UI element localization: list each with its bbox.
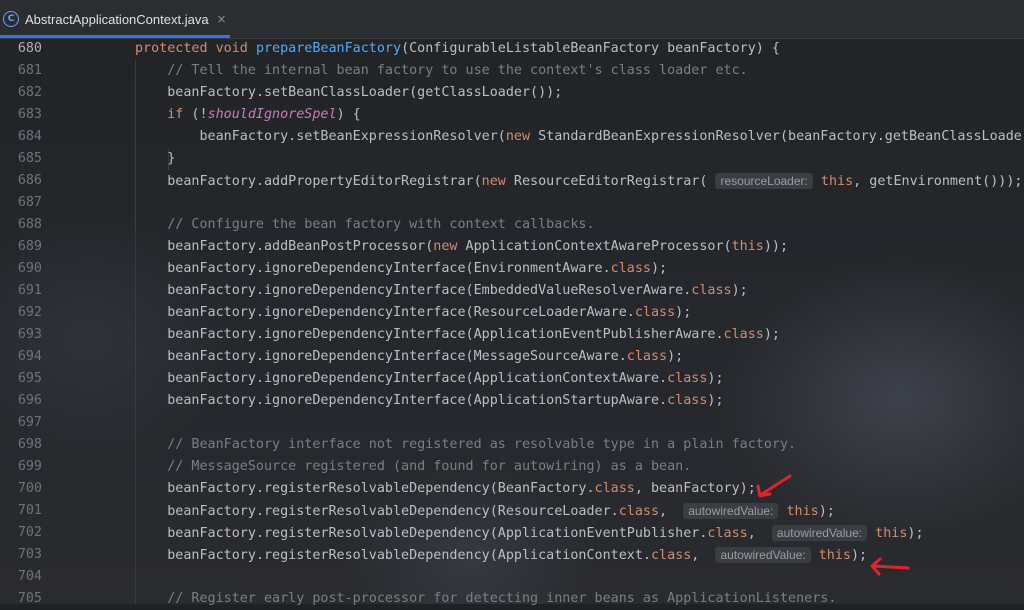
code-text: beanFactory.ignoreDependencyInterface(Re… <box>135 305 692 320</box>
code-line[interactable]: 695 beanFactory.ignoreDependencyInterfac… <box>0 368 1024 390</box>
code-text: beanFactory.ignoreDependencyInterface(En… <box>135 261 668 276</box>
code-line[interactable]: 697 <box>0 412 1024 434</box>
code-line[interactable]: 700 beanFactory.registerResolvableDepend… <box>0 478 1024 500</box>
code-line[interactable]: 696 beanFactory.ignoreDependencyInterfac… <box>0 390 1024 412</box>
editor-tab-bar: C AbstractApplicationContext.java × <box>0 0 1024 39</box>
code-text: beanFactory.ignoreDependencyInterface(Ap… <box>135 393 724 408</box>
code-line[interactable]: 691 beanFactory.ignoreDependencyInterfac… <box>0 280 1024 302</box>
line-number: 688 <box>17 217 42 232</box>
code-line[interactable]: 683 if (!shouldIgnoreSpel) { <box>0 104 1024 126</box>
line-number: 702 <box>17 525 42 540</box>
line-number: 703 <box>17 547 42 562</box>
line-number: 680 <box>17 41 42 56</box>
line-number: 689 <box>17 239 42 254</box>
code-text: beanFactory.registerResolvableDependency… <box>135 547 868 563</box>
annotation-arrow-icon <box>870 557 910 576</box>
code-editor[interactable]: 680 protected void prepareBeanFactory(Con… <box>0 38 1024 610</box>
code-text: beanFactory.addBeanPostProcessor(new App… <box>135 239 789 254</box>
code-text: beanFactory.addPropertyEditorRegistrar(n… <box>135 173 1023 189</box>
file-tab-title: AbstractApplicationContext.java <box>25 11 209 27</box>
code-line[interactable]: 693 beanFactory.ignoreDependencyInterfac… <box>0 324 1024 346</box>
code-line[interactable]: 705 // Register early post-processor for… <box>0 588 1024 610</box>
code-text: // BeanFactory interface not registered … <box>135 437 797 452</box>
close-icon[interactable]: × <box>217 12 227 26</box>
line-number: 686 <box>17 173 42 188</box>
code-text: protected void prepareBeanFactory(Config… <box>135 41 780 56</box>
code-text: beanFactory.ignoreDependencyInterface(Em… <box>135 283 748 298</box>
line-number: 685 <box>17 151 42 166</box>
code-text: // Configure the bean factory with conte… <box>135 217 595 232</box>
line-number: 687 <box>17 195 42 210</box>
code-line[interactable]: 690 beanFactory.ignoreDependencyInterfac… <box>0 258 1024 280</box>
code-line[interactable]: 684 beanFactory.setBeanExpressionResolve… <box>0 126 1024 148</box>
code-line[interactable]: 686 beanFactory.addPropertyEditorRegistr… <box>0 170 1024 192</box>
code-text: beanFactory.registerResolvableDependency… <box>135 481 756 496</box>
line-number: 682 <box>17 85 42 100</box>
code-line[interactable]: 702 beanFactory.registerResolvableDepend… <box>0 522 1024 544</box>
line-number: 691 <box>17 283 42 298</box>
line-number: 693 <box>17 327 42 342</box>
code-line[interactable]: 689 beanFactory.addBeanPostProcessor(new… <box>0 236 1024 258</box>
line-number: 696 <box>17 393 42 408</box>
code-line[interactable]: 682 beanFactory.setBeanClassLoader(getCl… <box>0 82 1024 104</box>
line-number: 694 <box>17 349 42 364</box>
code-line[interactable]: 687 <box>0 192 1024 214</box>
line-number: 701 <box>17 503 42 518</box>
code-line[interactable]: 699 // MessageSource registered (and fou… <box>0 456 1024 478</box>
line-number: 681 <box>17 63 42 78</box>
code-text: // MessageSource registered (and found f… <box>135 459 692 474</box>
code-line[interactable]: 681 // Tell the internal bean factory to… <box>0 60 1024 82</box>
code-line[interactable]: 698 // BeanFactory interface not registe… <box>0 434 1024 456</box>
code-text: // Tell the internal bean factory to use… <box>135 63 748 78</box>
code-text: beanFactory.registerResolvableDependency… <box>135 503 835 519</box>
annotation-arrow-icon <box>756 474 792 498</box>
code-text: beanFactory.ignoreDependencyInterface(Ap… <box>135 371 724 386</box>
line-number: 690 <box>17 261 42 276</box>
line-number: 699 <box>17 459 42 474</box>
line-number: 683 <box>17 107 42 122</box>
file-tab[interactable]: C AbstractApplicationContext.java × <box>0 0 230 38</box>
code-text: beanFactory.registerResolvableDependency… <box>135 525 924 541</box>
code-text: } <box>135 151 176 166</box>
code-text: beanFactory.setBeanClassLoader(getClassL… <box>135 85 563 100</box>
code-line[interactable]: 680 protected void prepareBeanFactory(Con… <box>0 38 1024 60</box>
code-line[interactable]: 701 beanFactory.registerResolvableDepend… <box>0 500 1024 522</box>
code-line[interactable]: 688 // Configure the bean factory with c… <box>0 214 1024 236</box>
code-text: // Register early post-processor for det… <box>135 591 837 606</box>
java-class-icon: C <box>3 11 19 27</box>
line-number: 698 <box>17 437 42 452</box>
line-number: 700 <box>17 481 42 496</box>
code-text: beanFactory.ignoreDependencyInterface(Ap… <box>135 327 780 342</box>
code-text: if (!shouldIgnoreSpel) { <box>167 107 361 122</box>
code-line[interactable]: 692 beanFactory.ignoreDependencyInterfac… <box>0 302 1024 324</box>
code-text: beanFactory.ignoreDependencyInterface(Me… <box>135 349 684 364</box>
line-number: 692 <box>17 305 42 320</box>
line-number: 704 <box>17 569 42 584</box>
code-text: beanFactory.setBeanExpressionResolver(ne… <box>135 129 1024 144</box>
code-line[interactable]: 694 beanFactory.ignoreDependencyInterfac… <box>0 346 1024 368</box>
code-line[interactable]: 685 } <box>0 148 1024 170</box>
line-number: 695 <box>17 371 42 386</box>
line-number: 697 <box>17 415 42 430</box>
line-number: 684 <box>17 129 42 144</box>
line-number: 705 <box>17 591 42 606</box>
